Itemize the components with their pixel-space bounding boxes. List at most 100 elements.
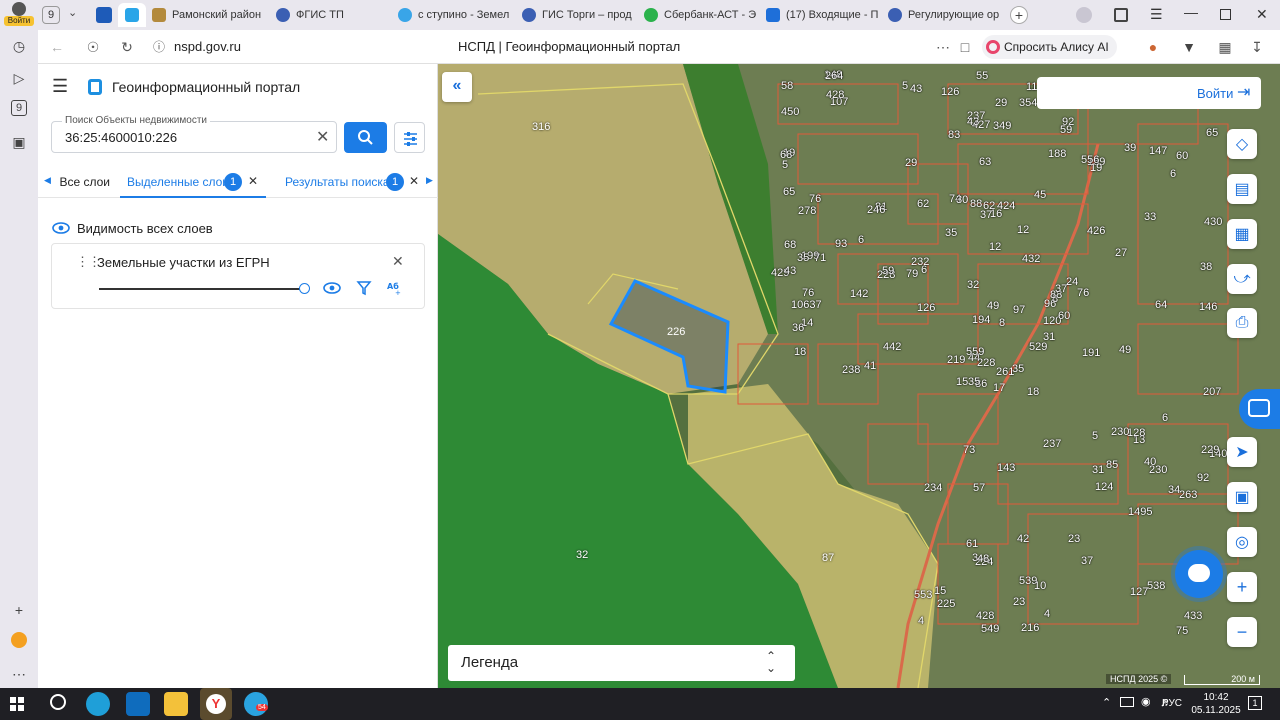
camera-icon[interactable]: ▣ bbox=[9, 132, 29, 152]
parcel-number-label: 15 bbox=[956, 376, 969, 388]
tab-sberbank-ast[interactable]: Сбербанк-АСТ - Э bbox=[644, 3, 756, 27]
filter-settings-button[interactable] bbox=[394, 122, 425, 153]
parcel-number-label: 37 bbox=[980, 209, 993, 221]
visibility-all-toggle[interactable]: Видимость всех слоев bbox=[51, 218, 213, 238]
clear-search-icon[interactable]: ✕ bbox=[316, 127, 329, 147]
locate-button[interactable]: ◎ bbox=[1227, 527, 1257, 557]
remove-layer-icon[interactable]: ✕ bbox=[392, 253, 404, 270]
close-window-icon[interactable]: ✕ bbox=[1256, 6, 1268, 23]
assistant-icon[interactable] bbox=[11, 632, 27, 648]
network-icon[interactable] bbox=[1120, 697, 1134, 707]
collections-icon[interactable] bbox=[1114, 8, 1128, 22]
history-icon[interactable]: ◷ bbox=[9, 36, 29, 56]
downloads-icon[interactable]: ↧ bbox=[1248, 38, 1266, 56]
video-icon[interactable]: ▷ bbox=[9, 68, 29, 88]
assistant-button[interactable] bbox=[1239, 389, 1280, 429]
print-button[interactable]: ⎙ bbox=[1227, 308, 1257, 338]
measure-button[interactable]: ▤ bbox=[1227, 174, 1257, 204]
eye-icon bbox=[52, 222, 70, 234]
tab-nspd-active[interactable] bbox=[118, 3, 146, 27]
profile-icon bbox=[12, 2, 26, 16]
search-input[interactable]: 36:25:4600010:226 bbox=[65, 130, 177, 145]
sliders-icon bbox=[404, 132, 417, 146]
close-tab-icon[interactable]: ✕ bbox=[409, 174, 419, 188]
tabs-scroll-left-icon[interactable]: ◀ bbox=[44, 175, 51, 186]
profile-button[interactable]: Войти bbox=[4, 2, 34, 28]
collapse-panel-button[interactable]: « bbox=[442, 72, 472, 102]
parcel-number-label: 57 bbox=[973, 482, 986, 494]
yandex-icon[interactable]: ☉ bbox=[84, 38, 102, 56]
parcel-number-label: 60 bbox=[1176, 150, 1189, 162]
account-avatar-icon[interactable] bbox=[1076, 7, 1092, 23]
telegram-taskbar-icon[interactable]: 54 bbox=[244, 692, 268, 716]
layers-button[interactable]: ◇ bbox=[1227, 129, 1257, 159]
parcel-number-label: 38 bbox=[1200, 261, 1213, 273]
rail-badge-icon[interactable]: 9 bbox=[11, 100, 27, 116]
url-text[interactable]: nspd.gov.ru bbox=[174, 39, 241, 54]
opacity-slider-thumb[interactable] bbox=[299, 283, 310, 294]
login-button[interactable]: Войти ⇥ bbox=[1037, 77, 1261, 109]
wifi-icon[interactable]: ◉ bbox=[1141, 695, 1151, 708]
search-button[interactable] bbox=[344, 122, 387, 153]
add-panel-icon[interactable]: + bbox=[9, 600, 29, 620]
tab-counter-button[interactable]: 9 bbox=[42, 6, 60, 24]
site-info-icon[interactable]: ⓘ bbox=[150, 38, 168, 56]
pinned-tab-mail-icon[interactable] bbox=[96, 7, 112, 23]
tray-chevron-icon[interactable]: ⌃ bbox=[1102, 696, 1111, 709]
tab-gis-torgi[interactable]: ГИС Торги – прод bbox=[522, 3, 632, 27]
tab-all-layers[interactable]: Все слои bbox=[54, 164, 110, 198]
extension-icon[interactable]: ● bbox=[1144, 38, 1162, 56]
search-field[interactable]: Поиск Объекты недвижимости 36:25:4600010… bbox=[51, 115, 337, 153]
login-arrow-icon: ⇥ bbox=[1237, 84, 1251, 101]
zoom-out-button[interactable]: − bbox=[1227, 617, 1257, 647]
layer-filter-icon[interactable] bbox=[356, 280, 372, 296]
more-icon[interactable]: ⋯ bbox=[9, 664, 29, 684]
label-settings-icon[interactable]: Аб+ bbox=[386, 280, 406, 296]
minimize-icon[interactable]: — bbox=[1184, 4, 1198, 20]
alice-button[interactable]: Спросить Алису AI bbox=[982, 35, 1117, 59]
bookmark-icon[interactable]: □ bbox=[956, 38, 974, 56]
tab-regulators[interactable]: Регулирующие ор bbox=[888, 3, 1000, 27]
legend-panel[interactable]: Легенда ⌃ ⌄ bbox=[448, 645, 795, 681]
parcel-number-label: 219 bbox=[947, 354, 966, 366]
more-actions-icon[interactable]: ⋯ bbox=[934, 38, 952, 56]
outlook-taskbar-icon[interactable] bbox=[126, 692, 150, 716]
opacity-slider[interactable] bbox=[99, 283, 310, 294]
tabs-scroll-right-icon[interactable]: ▶ bbox=[426, 175, 433, 186]
tab-fgis-tp[interactable]: ФГИС ТП bbox=[276, 3, 386, 27]
tab-list-chevron-icon[interactable]: ⌄ bbox=[68, 6, 84, 24]
new-tab-button[interactable]: + bbox=[1010, 6, 1028, 24]
tab-inbox[interactable]: (17) Входящие - П bbox=[766, 3, 878, 27]
legend-label: Легенда bbox=[461, 654, 519, 671]
yandex-browser-taskbar-icon[interactable]: Y bbox=[200, 688, 232, 720]
share-button[interactable]: ⤻ bbox=[1227, 264, 1257, 294]
select-area-button[interactable]: ▦ bbox=[1227, 219, 1257, 249]
minimap-button[interactable]: ▣ bbox=[1227, 482, 1257, 512]
layer-eye-icon[interactable] bbox=[322, 281, 342, 295]
restore-icon[interactable] bbox=[1220, 9, 1231, 20]
notifications-button[interactable]: 1 bbox=[1248, 696, 1262, 710]
zoom-in-button[interactable]: + bbox=[1227, 572, 1257, 602]
hat-extension-icon[interactable]: ▼ bbox=[1180, 38, 1198, 56]
explorer-taskbar-icon[interactable] bbox=[164, 692, 188, 716]
tab-search-results[interactable]: Результаты поиска 1 ✕ bbox=[278, 164, 428, 198]
back-icon[interactable]: ← bbox=[48, 38, 66, 56]
menu-icon[interactable]: ☰ bbox=[1150, 6, 1163, 23]
emblem-favicon-icon bbox=[888, 8, 902, 22]
reload-icon[interactable]: ↻ bbox=[118, 38, 136, 56]
chat-button[interactable] bbox=[1175, 550, 1223, 598]
geolocation-button[interactable]: ➤ bbox=[1227, 437, 1257, 467]
language-indicator[interactable]: РУС bbox=[1162, 698, 1182, 709]
tab-selected-layers[interactable]: Выделенные слои 1 ✕ bbox=[120, 164, 266, 198]
tab-stupino[interactable]: с ступино - Земел bbox=[398, 3, 510, 27]
map-view[interactable]: 226 316 32 87 17 278 44 96 424 159 529 107 14 15 426… bbox=[438, 64, 1280, 688]
start-button[interactable] bbox=[10, 697, 24, 711]
close-tab-icon[interactable]: ✕ bbox=[248, 174, 258, 188]
search-taskbar-icon[interactable] bbox=[50, 694, 66, 710]
edge-taskbar-icon[interactable] bbox=[86, 692, 110, 716]
clock[interactable]: 10:42 05.11.2025 bbox=[1190, 691, 1242, 717]
extensions-puzzle-icon[interactable]: ▦ bbox=[1216, 38, 1234, 56]
tab-ramonsky[interactable]: Рамонский район bbox=[152, 3, 264, 27]
select-area-icon: ▦ bbox=[1234, 226, 1250, 243]
hamburger-menu-icon[interactable]: ☰ bbox=[52, 76, 68, 97]
